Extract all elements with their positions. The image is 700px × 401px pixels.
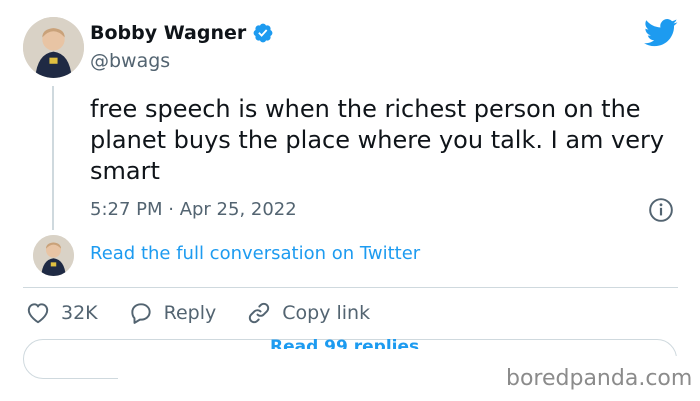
tweet-text: free speech is when the richest person o… — [90, 95, 665, 185]
divider — [23, 287, 678, 288]
info-icon[interactable] — [648, 197, 674, 223]
verified-badge-icon — [252, 22, 274, 44]
display-name[interactable]: Bobby Wagner — [90, 22, 246, 44]
like-button[interactable]: 32K — [25, 300, 98, 326]
avatar[interactable] — [23, 17, 84, 78]
action-bar: 32K Reply Copy link — [25, 299, 400, 327]
user-handle[interactable]: @bwags — [90, 50, 170, 72]
link-icon — [249, 302, 270, 324]
copy-link-label: Copy link — [282, 302, 371, 324]
thread-line — [52, 86, 54, 230]
like-count: 32K — [61, 302, 98, 324]
tweet-timestamp[interactable]: 5:27 PM · Apr 25, 2022 — [90, 199, 297, 220]
read-replies-label: Read 99 replies — [270, 339, 420, 349]
speech-bubble-icon — [130, 303, 151, 324]
twitter-bird-icon[interactable] — [644, 18, 678, 48]
heart-icon — [27, 303, 49, 324]
watermark: boredpanda.com — [506, 366, 693, 391]
avatar-small[interactable] — [33, 235, 74, 276]
reply-button[interactable]: Reply — [128, 300, 217, 326]
reply-label: Reply — [163, 302, 217, 324]
author-name-row: Bobby Wagner — [90, 22, 274, 44]
copy-link-button[interactable]: Copy link — [246, 300, 370, 326]
profile-photo-icon — [33, 235, 74, 276]
read-replies-label-clip: Read 99 replies — [120, 339, 540, 349]
profile-photo-icon — [23, 17, 84, 78]
read-full-conversation-link[interactable]: Read the full conversation on Twitter — [90, 243, 420, 264]
